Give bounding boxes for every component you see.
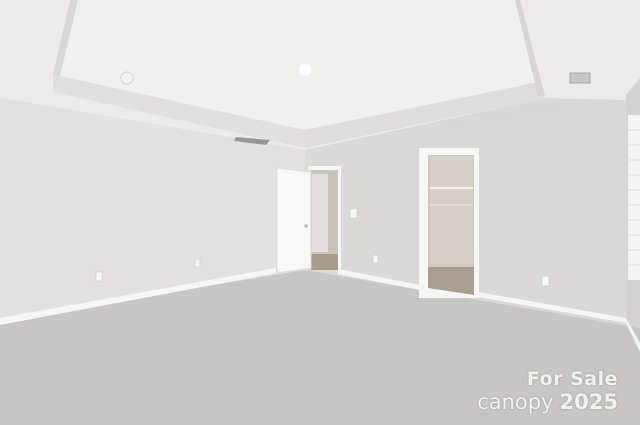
door-panel [276,167,312,274]
watermark-brand-line: canopy 2025 [477,392,618,413]
outlet [95,271,103,282]
outlet [194,258,201,268]
listing-watermark: For Sale canopy 2025 [477,370,618,413]
light-switch [349,208,358,219]
door-knob [304,224,308,228]
closet-back-wall [430,156,473,264]
window [628,115,640,280]
room-photo: For Sale canopy 2025 [0,0,640,425]
door-frame [308,166,341,170]
recessed-light [299,64,311,76]
room-illustration [0,0,640,425]
smoke-detector [120,71,134,85]
ceiling-vent-right [569,72,591,84]
watermark-brand: canopy [477,390,554,414]
hallway-floor [311,254,338,270]
watermark-for-sale: For Sale [526,368,618,390]
watermark-year: 2025 [559,390,618,414]
outlet [541,275,550,287]
hallway-wall [312,174,328,252]
outlet [372,254,379,264]
